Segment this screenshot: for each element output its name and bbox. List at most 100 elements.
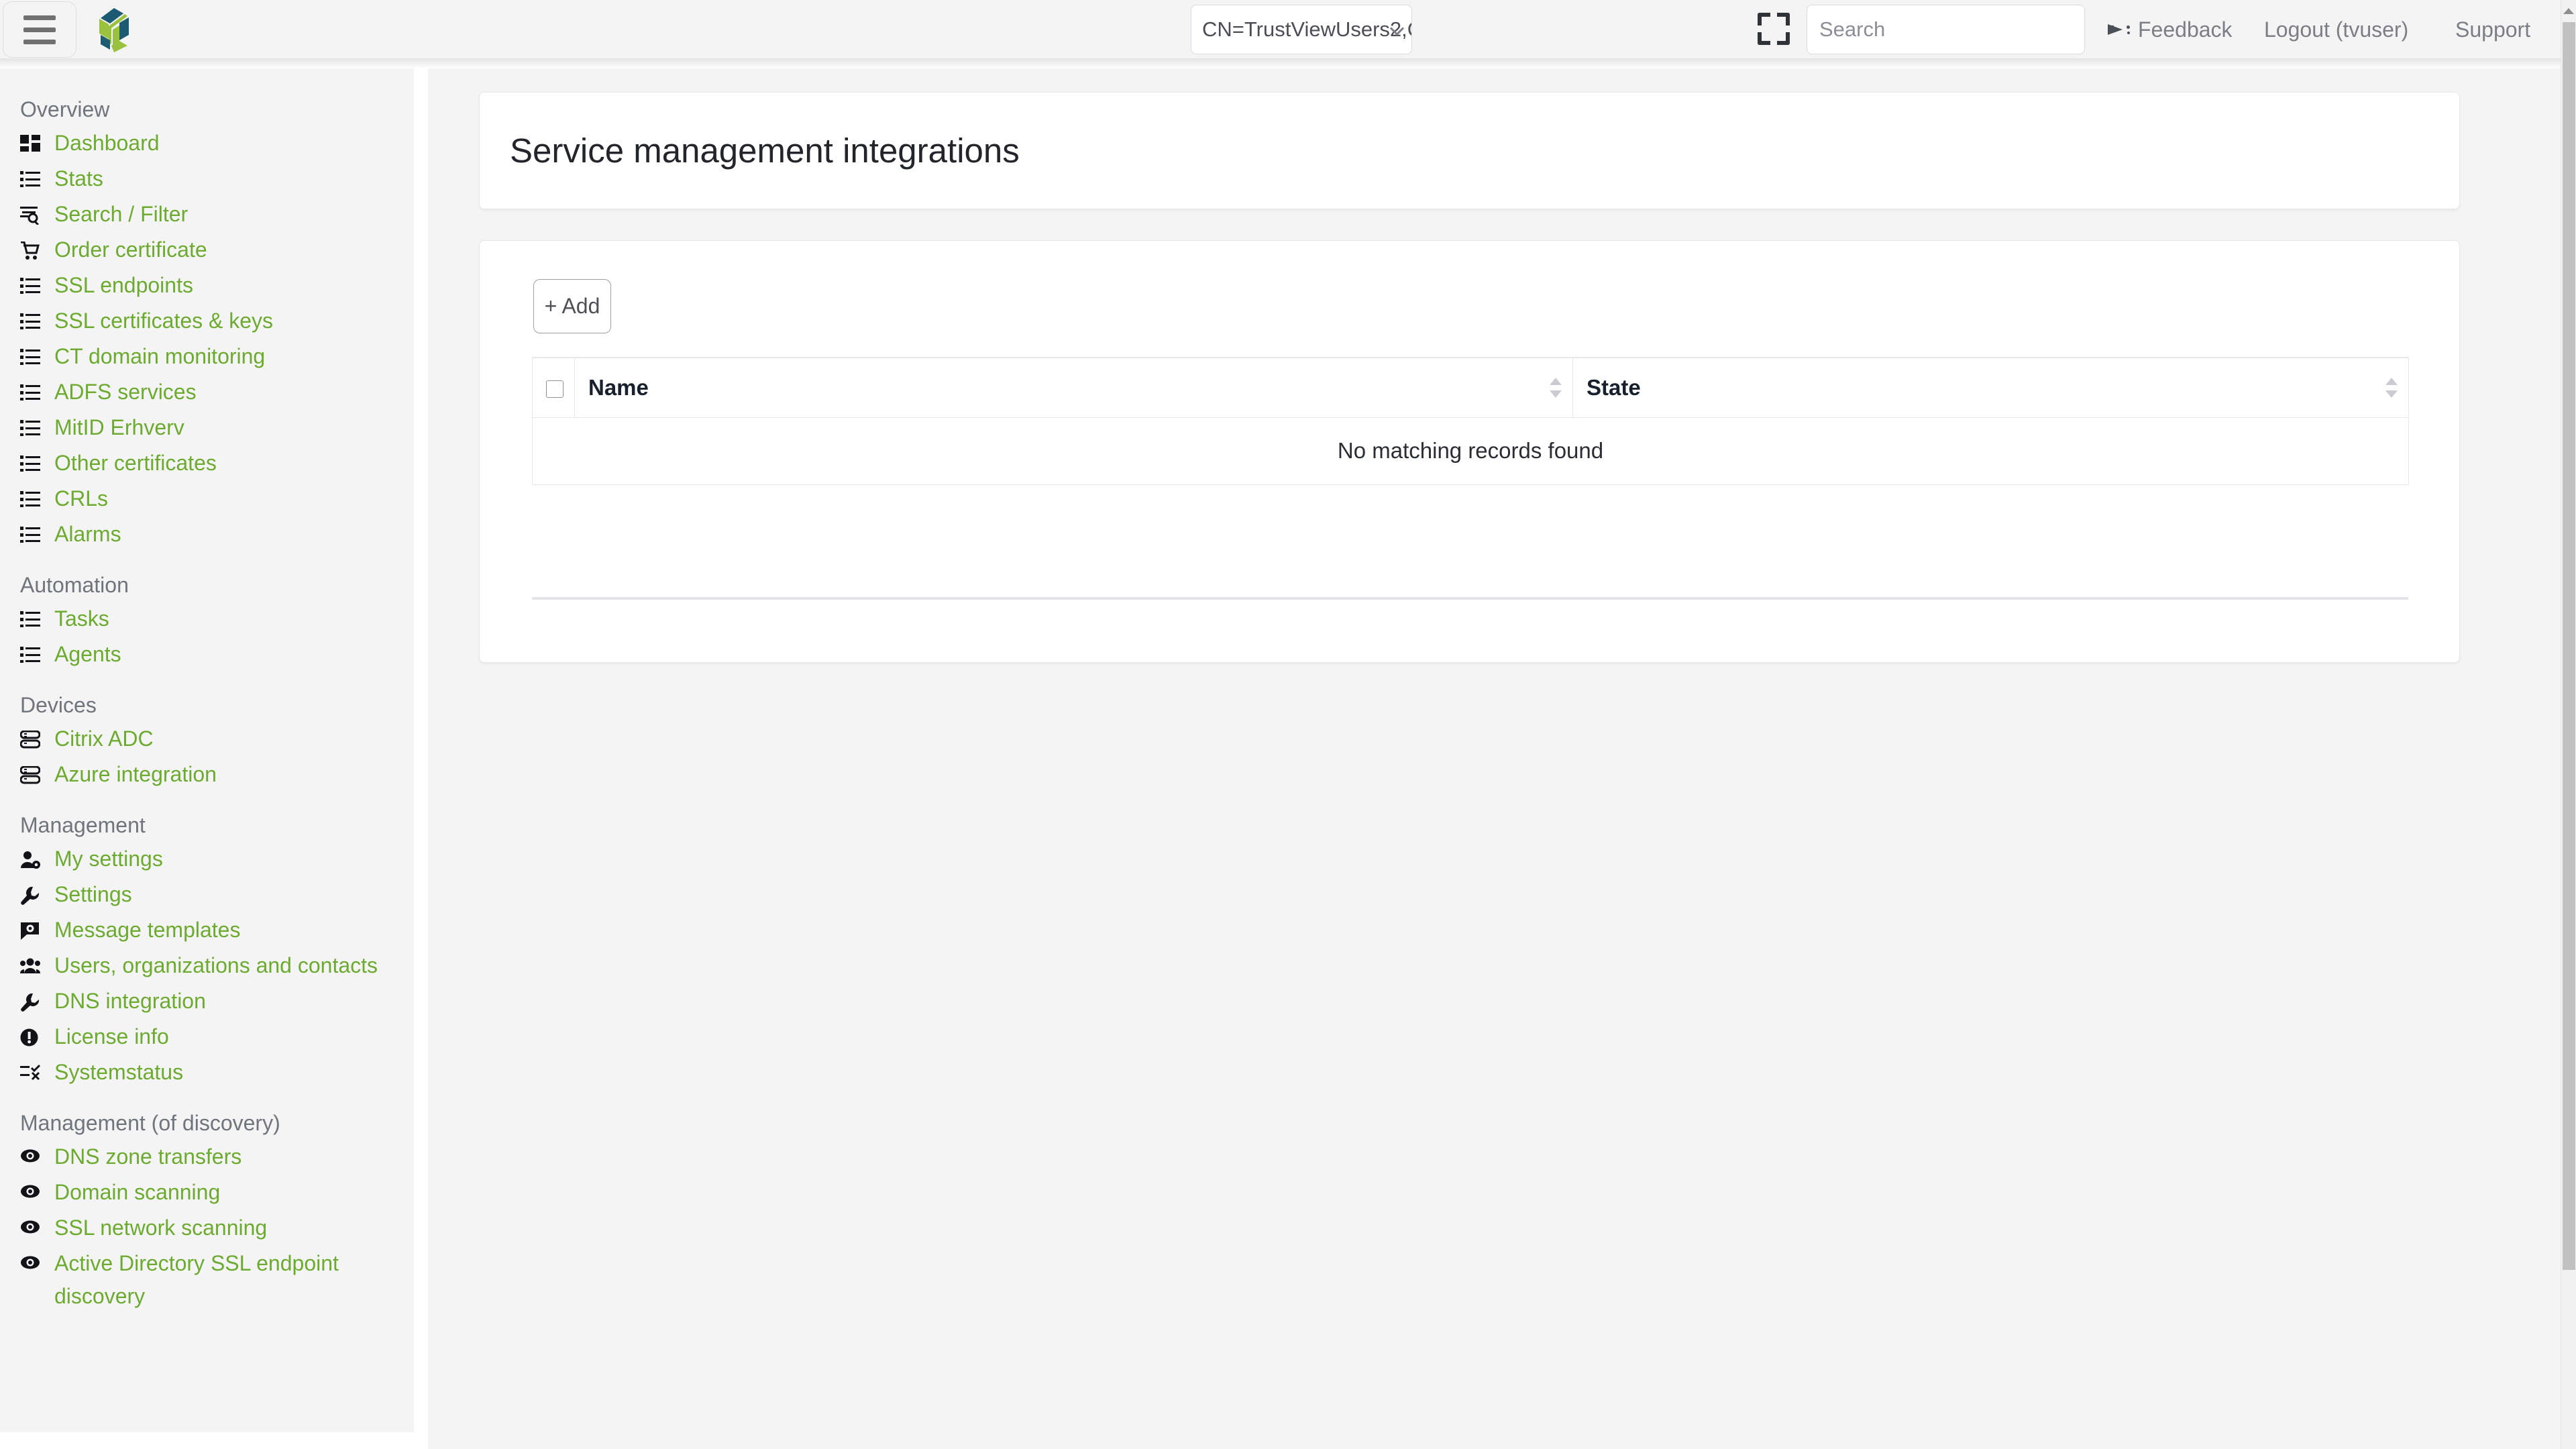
eye-icon bbox=[20, 1212, 46, 1244]
sidebar-item-dashboard[interactable]: Dashboard bbox=[0, 125, 414, 161]
hamburger-icon-bar bbox=[23, 15, 56, 20]
eye-icon bbox=[20, 1247, 46, 1280]
sidebar-item-label: DNS integration bbox=[54, 989, 206, 1013]
sidebar-item-ssl-certificates-keys[interactable]: SSL certificates & keys bbox=[0, 303, 414, 339]
sidebar-item-users-organizations-and-contacts[interactable]: Users, organizations and contacts bbox=[0, 948, 414, 983]
sidebar-item-label: Citrix ADC bbox=[54, 727, 154, 751]
feedback-link[interactable]: Feedback bbox=[2108, 0, 2233, 59]
sidebar-section-title: Overview bbox=[20, 97, 110, 121]
sidebar-item-label: Alarms bbox=[54, 522, 121, 546]
sidebar-item-label: Order certificate bbox=[54, 237, 207, 262]
table-body: No matching records found bbox=[532, 417, 2409, 485]
sidebar-section-title: Automation bbox=[20, 573, 129, 597]
users-group-icon bbox=[20, 949, 46, 982]
table-header: Name State bbox=[532, 357, 2409, 418]
scrollbar-thumb[interactable] bbox=[2563, 22, 2575, 1270]
sort-icon[interactable] bbox=[1550, 376, 1562, 399]
sidebar-item-label: License info bbox=[54, 1024, 169, 1049]
ldap-context-value: CN=TrustViewUsers2,CN=Users,DC=adtest,DC… bbox=[1202, 17, 1411, 41]
sidebar-item-license-info[interactable]: License info bbox=[0, 1019, 414, 1055]
sidebar-item-tasks[interactable]: Tasks bbox=[0, 601, 414, 637]
sidebar-section-title: Devices bbox=[20, 693, 97, 717]
fullscreen-corner bbox=[1777, 13, 1790, 25]
sidebar-item-systemstatus[interactable]: Systemstatus bbox=[0, 1055, 414, 1090]
sidebar-item-label: Systemstatus bbox=[54, 1060, 184, 1084]
sidebar-item-label: MitID Erhverv bbox=[54, 415, 184, 439]
sidebar-item-active-directory-ssl-endpoint-discovery[interactable]: Active Directory SSL endpoint discovery bbox=[0, 1246, 414, 1314]
sidebar-section-title: Management (of discovery) bbox=[20, 1111, 280, 1135]
sidebar-item-label: Search / Filter bbox=[54, 202, 189, 226]
sidebar-item-label: My settings bbox=[54, 847, 163, 871]
sidebar-item-azure-integration[interactable]: Azure integration bbox=[0, 757, 414, 792]
server-icon bbox=[20, 758, 46, 791]
feedback-label: Feedback bbox=[2138, 17, 2233, 42]
sidebar-item-label: Active Directory SSL endpoint discovery bbox=[54, 1251, 339, 1308]
sidebar-item-order-certificate[interactable]: Order certificate bbox=[0, 232, 414, 268]
sidebar-item-label: DNS zone transfers bbox=[54, 1144, 242, 1169]
sort-icon[interactable] bbox=[2385, 376, 2398, 399]
sidebar-item-dns-integration[interactable]: DNS integration bbox=[0, 983, 414, 1019]
sidebar-item-message-templates[interactable]: Message templates bbox=[0, 912, 414, 948]
sidebar-item-other-certificates[interactable]: Other certificates bbox=[0, 445, 414, 481]
integrations-table: Name State No matching records found bbox=[532, 357, 2409, 485]
page-scrollbar[interactable] bbox=[2561, 0, 2576, 1449]
column-header-state[interactable]: State bbox=[1572, 357, 2409, 418]
sidebar-item-ssl-network-scanning[interactable]: SSL network scanning bbox=[0, 1210, 414, 1246]
list-icon bbox=[20, 602, 46, 635]
scroll-up-arrow-icon[interactable] bbox=[2563, 8, 2574, 14]
sidebar-item-label: SSL endpoints bbox=[54, 273, 193, 297]
sidebar-item-label: Message templates bbox=[54, 918, 241, 942]
main-content: Service management integrations + Add Na… bbox=[428, 68, 2561, 1449]
sidebar-item-citrix-adc[interactable]: Citrix ADC bbox=[0, 721, 414, 757]
sidebar-item-stats[interactable]: Stats bbox=[0, 161, 414, 197]
sidebar-item-my-settings[interactable]: My settings bbox=[0, 841, 414, 877]
trustview-hexagon-logo[interactable] bbox=[90, 5, 138, 54]
sidebar-item-label: Dashboard bbox=[54, 131, 160, 155]
table-header-row: Name State bbox=[532, 357, 2409, 418]
sidebar-item-label: CT domain monitoring bbox=[54, 344, 266, 368]
page-title: Service management integrations bbox=[510, 131, 1020, 170]
sidebar-item-adfs-services[interactable]: ADFS services bbox=[0, 374, 414, 410]
fullscreen-corner bbox=[1758, 13, 1770, 25]
list-icon bbox=[20, 269, 46, 302]
sidebar-item-search-filter[interactable]: Search / Filter bbox=[0, 197, 414, 232]
sidebar-item-agents[interactable]: Agents bbox=[0, 637, 414, 672]
sidebar-item-label: Settings bbox=[54, 882, 132, 906]
top-bar-shadow bbox=[0, 59, 2561, 68]
table-empty-row: No matching records found bbox=[532, 417, 2409, 485]
wrench-icon bbox=[20, 985, 46, 1018]
sidebar-item-label: Tasks bbox=[54, 606, 109, 631]
sidebar-section-title: Management bbox=[20, 813, 146, 837]
select-all-header[interactable] bbox=[532, 357, 575, 418]
sidebar-item-ssl-endpoints[interactable]: SSL endpoints bbox=[0, 268, 414, 303]
sidebar-navigation: Overview Dashboard Stats Search / Filter Ord… bbox=[0, 68, 414, 1432]
list-icon bbox=[20, 376, 46, 409]
logout-link[interactable]: Logout (tvuser) bbox=[2264, 0, 2408, 59]
hamburger-menu-button[interactable] bbox=[3, 1, 76, 58]
list-icon bbox=[20, 162, 46, 195]
support-link[interactable]: Support bbox=[2455, 0, 2530, 59]
page-title-card: Service management integrations bbox=[479, 92, 2460, 209]
logout-label: Logout (tvuser) bbox=[2264, 17, 2409, 42]
add-button[interactable]: + Add bbox=[533, 279, 611, 333]
sidebar-item-dns-zone-transfers[interactable]: DNS zone transfers bbox=[0, 1139, 414, 1175]
column-header-state-label: State bbox=[1587, 374, 1641, 400]
sidebar-item-mitid-erhverv[interactable]: MitID Erhverv bbox=[0, 410, 414, 445]
sidebar-item-alarms[interactable]: Alarms bbox=[0, 517, 414, 552]
sidebar-item-label: SSL network scanning bbox=[54, 1216, 268, 1240]
column-header-name[interactable]: Name bbox=[574, 357, 1573, 418]
select-all-checkbox[interactable] bbox=[546, 380, 564, 398]
sidebar-item-label: Agents bbox=[54, 642, 121, 666]
sidebar-item-settings[interactable]: Settings bbox=[0, 877, 414, 912]
sidebar-item-crls[interactable]: CRLs bbox=[0, 481, 414, 517]
sidebar-content-gutter bbox=[414, 68, 428, 1449]
ldap-context-select[interactable]: CN=TrustViewUsers2,CN=Users,DC=adtest,DC… bbox=[1191, 5, 1412, 54]
column-header-name-label: Name bbox=[588, 374, 649, 400]
search-input[interactable] bbox=[1807, 5, 2085, 54]
fullscreen-icon[interactable] bbox=[1753, 8, 1794, 50]
sidebar-item-label: CRLs bbox=[54, 486, 109, 511]
list-icon bbox=[20, 305, 46, 337]
list-icon bbox=[20, 518, 46, 551]
sidebar-item-domain-scanning[interactable]: Domain scanning bbox=[0, 1175, 414, 1210]
sidebar-item-ct-domain-monitoring[interactable]: CT domain monitoring bbox=[0, 339, 414, 374]
